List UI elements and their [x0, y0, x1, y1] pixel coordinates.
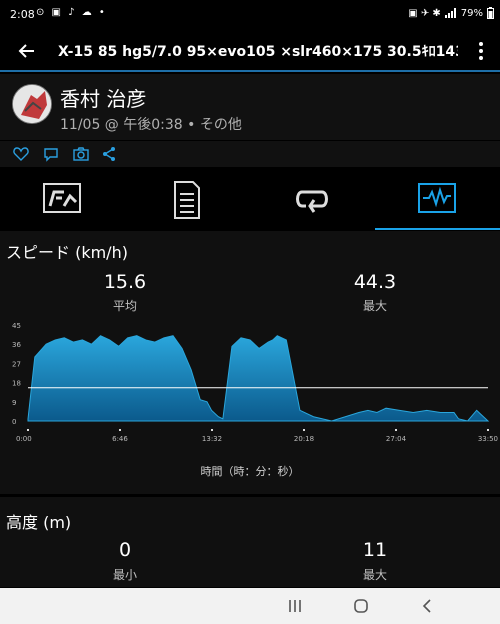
- comment-icon[interactable]: [42, 145, 60, 163]
- altitude-min-value: 0: [118, 539, 132, 561]
- back-arrow-icon[interactable]: [14, 38, 40, 64]
- x-tick-label: 33:50: [478, 435, 498, 443]
- speed-section: スピード (km/h) 15.6 平均 44.3 最大 45 36 27 18 9 0 0:…: [0, 231, 500, 494]
- battery-icon: [487, 7, 494, 19]
- social-actions: [0, 141, 500, 167]
- y-tick-label: 9: [12, 399, 16, 407]
- back-icon[interactable]: [418, 597, 436, 615]
- status-right: ▣ ✈ ✱ 79%: [408, 7, 494, 19]
- x-axis-title: 時間（時：分：秒）: [200, 465, 300, 478]
- tab-laps[interactable]: [250, 168, 375, 230]
- y-tick-label: 36: [12, 341, 21, 349]
- laps-icon: [296, 190, 328, 213]
- x-tick-label: 27:04: [386, 435, 407, 443]
- y-tick-label: 0: [12, 418, 16, 426]
- tab-charts[interactable]: [375, 168, 500, 230]
- altitude-title: 高度 (m): [6, 513, 72, 532]
- heart-icon[interactable]: [12, 145, 30, 163]
- x-tick-label: 13:32: [202, 435, 222, 443]
- max-speed-value: 44.3: [353, 271, 397, 293]
- system-nav-bar: [0, 588, 500, 624]
- avg-speed-value: 15.6: [103, 271, 147, 293]
- x-tick-mark: [119, 429, 121, 431]
- speed-title: スピード (km/h): [6, 243, 128, 262]
- status-bar: 2:08 ⊙ ▣ ♪ ☁ • ▣ ✈ ✱ 79%: [0, 0, 500, 30]
- activity-title: X-15 85 hg5/7.0 95×evo105 ×slr460×175 30…: [58, 44, 458, 60]
- status-time: 2:08: [10, 8, 35, 21]
- speed-area: [27, 335, 490, 422]
- tab-overview[interactable]: [0, 168, 125, 230]
- charts-icon: [418, 183, 456, 213]
- activity-owner: 香村 治彦 11/05 @ 午後0:38 • その他: [0, 74, 500, 140]
- x-tick-label: 0:00: [16, 435, 32, 443]
- x-tick-label: 20:18: [294, 435, 314, 443]
- avg-speed-label: 平均: [112, 299, 137, 313]
- activity-tabs: [0, 168, 500, 230]
- y-tick-label: 45: [12, 322, 21, 330]
- app-bar: X-15 85 hg5/7.0 95×evo105 ×slr460×175 30…: [0, 30, 500, 72]
- signal-icon: [444, 8, 456, 18]
- overview-icon: [43, 183, 81, 213]
- system-icons: ▣ ✈ ✱: [408, 7, 441, 19]
- altitude-max-label: 最大: [362, 568, 387, 582]
- avatar-image: [13, 85, 51, 123]
- x-tick-mark: [395, 429, 397, 431]
- home-icon[interactable]: [352, 597, 370, 615]
- tab-details[interactable]: [125, 168, 250, 230]
- altitude-max-value: 11: [362, 539, 388, 561]
- y-tick-label: 18: [12, 380, 21, 388]
- more-options-icon[interactable]: [474, 40, 488, 62]
- activity-date: 11/05 @ 午後0:38 • その他: [60, 117, 242, 133]
- x-tick-mark: [303, 429, 305, 431]
- details-icon: [174, 181, 200, 219]
- notification-icons: ⊙ ▣ ♪ ☁ •: [36, 7, 107, 18]
- x-tick-label: 6:46: [112, 435, 128, 443]
- x-tick-mark: [211, 429, 213, 431]
- battery-percent: 79%: [460, 7, 483, 19]
- x-tick-mark: [487, 429, 489, 431]
- altitude-section: 高度 (m) 0 最小 11 最大: [0, 497, 500, 587]
- recents-icon[interactable]: [286, 597, 304, 615]
- share-icon[interactable]: [100, 145, 118, 163]
- altitude-min-label: 最小: [112, 568, 137, 582]
- max-speed-label: 最大: [362, 299, 387, 313]
- avatar[interactable]: [12, 84, 52, 124]
- camera-icon[interactable]: [72, 145, 90, 163]
- user-name[interactable]: 香村 治彦: [60, 83, 146, 112]
- x-tick-mark: [27, 429, 29, 431]
- speed-chart[interactable]: 45 36 27 18 9 0 0:00 6:46 13:32 20:18 27:04 33:50: [0, 317, 500, 457]
- y-tick-label: 27: [12, 360, 21, 368]
